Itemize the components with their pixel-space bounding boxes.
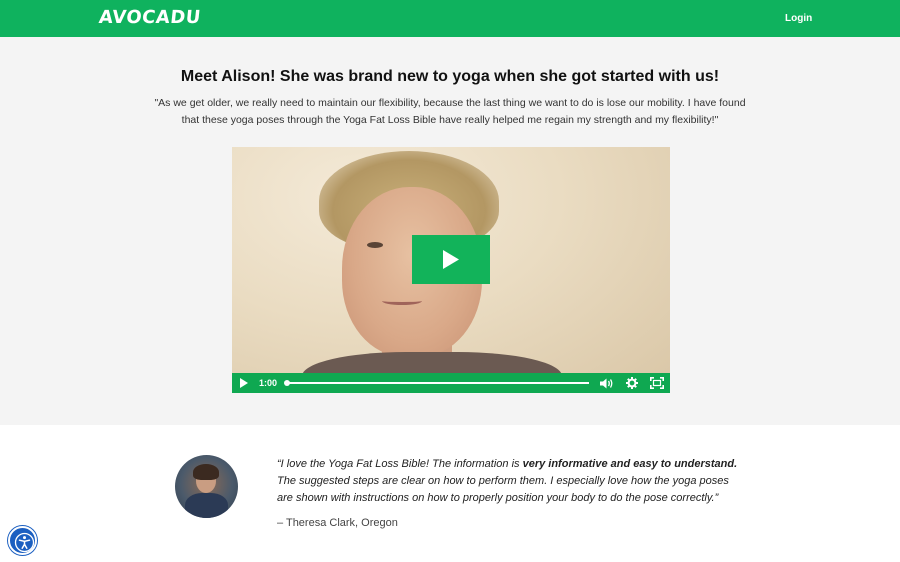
video-controls: 1:00	[232, 373, 670, 393]
video-play-button[interactable]	[412, 235, 490, 284]
testimonial-section: “I love the Yoga Fat Loss Bible! The inf…	[0, 425, 900, 562]
page-title: Meet Alison! She was brand new to yoga w…	[180, 68, 720, 85]
logo[interactable]: AVOCADU	[98, 7, 202, 28]
testimonial-quote: “I love the Yoga Fat Loss Bible! The inf…	[277, 458, 738, 504]
play-icon[interactable]	[239, 378, 248, 388]
play-icon	[443, 250, 459, 269]
video-progress-handle[interactable]	[284, 380, 290, 386]
fullscreen-icon[interactable]	[650, 377, 664, 389]
login-link[interactable]: Login	[785, 13, 812, 24]
site-header: AVOCADU Login	[0, 0, 900, 37]
video-progress-track[interactable]	[286, 382, 589, 384]
hero-quote: "As we get older, we really need to main…	[154, 97, 746, 126]
video-player[interactable]: 1:00	[232, 147, 670, 393]
gear-icon[interactable]	[626, 377, 638, 389]
volume-icon[interactable]	[600, 378, 614, 389]
video-subject-mouth	[382, 297, 422, 305]
avatar	[175, 455, 238, 518]
testimonial-author: – Theresa Clark, Oregon	[277, 517, 398, 529]
video-time: 1:00	[259, 378, 278, 388]
testimonial-quote-emphasis: very informative and easy to understand.	[522, 458, 738, 470]
video-subject-eye	[367, 242, 383, 248]
accessibility-icon	[14, 532, 35, 553]
hero-section: Meet Alison! She was brand new to yoga w…	[0, 37, 900, 425]
accessibility-button[interactable]	[8, 526, 37, 555]
